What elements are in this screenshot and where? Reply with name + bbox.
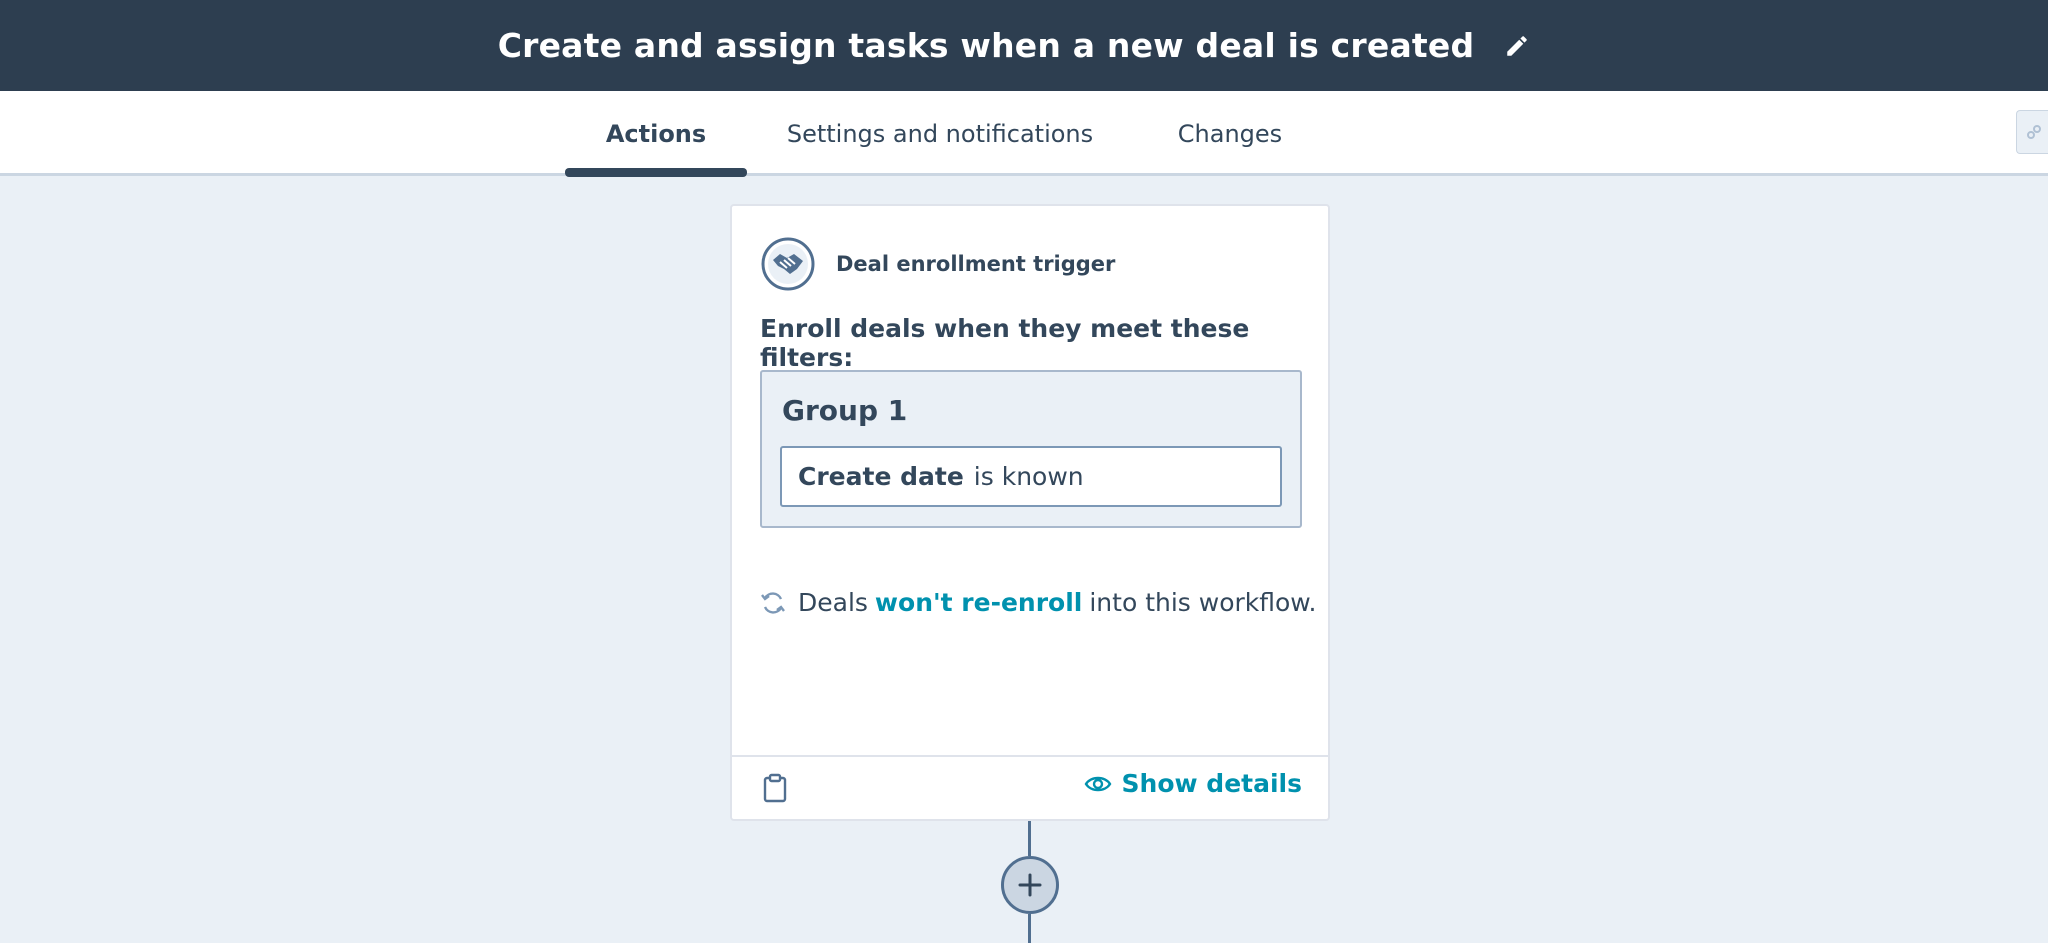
reenroll-link[interactable]: won't re-enroll <box>875 588 1082 617</box>
trigger-label: Deal enrollment trigger <box>836 252 1116 276</box>
reenrollment-status: Deals won't re-enroll into this workflow. <box>760 588 1316 617</box>
top-header-bar: Create and assign tasks when a new deal … <box>0 0 2048 91</box>
link-icon <box>2027 125 2041 139</box>
plus-icon <box>1018 873 1042 897</box>
card-footer: Show details <box>732 755 1328 819</box>
tab-bar: Actions Settings and notifications Chang… <box>0 91 2048 176</box>
sync-icon <box>761 591 785 614</box>
add-action-button[interactable] <box>1001 856 1059 914</box>
group-title: Group 1 <box>782 394 908 427</box>
enroll-criteria-heading: Enroll deals when they meet these filter… <box>760 314 1250 372</box>
clipboard-icon[interactable] <box>762 773 788 803</box>
show-details-label: Show details <box>1121 769 1302 798</box>
flow-connector-bottom <box>1028 914 1031 943</box>
tab-settings-and-notifications[interactable]: Settings and notifications <box>780 91 1100 176</box>
eye-icon <box>1084 776 1111 791</box>
pencil-icon[interactable] <box>1504 33 1530 59</box>
tab-actions[interactable]: Actions <box>565 91 747 176</box>
flow-connector-top <box>1028 821 1031 856</box>
enrollment-trigger-card[interactable]: Deal enrollment trigger Enroll deals whe… <box>730 204 1330 821</box>
reenroll-suffix: into this workflow. <box>1089 588 1317 617</box>
show-details-button[interactable]: Show details <box>1084 769 1302 798</box>
right-edge-button[interactable] <box>2016 110 2048 154</box>
handshake-icon <box>761 237 815 291</box>
filter-operator: is known <box>973 462 1084 491</box>
filter-group[interactable]: Group 1 Create date is known <box>760 370 1302 528</box>
filter-property: Create date <box>798 462 964 491</box>
tab-changes[interactable]: Changes <box>1150 91 1310 176</box>
card-header: Deal enrollment trigger <box>760 236 1115 292</box>
workflow-title-wrap: Create and assign tasks when a new deal … <box>498 26 1531 65</box>
filter-condition[interactable]: Create date is known <box>780 446 1282 507</box>
reenroll-prefix: Deals <box>798 588 868 617</box>
workflow-title: Create and assign tasks when a new deal … <box>497 26 1475 65</box>
active-tab-indicator <box>565 168 747 177</box>
